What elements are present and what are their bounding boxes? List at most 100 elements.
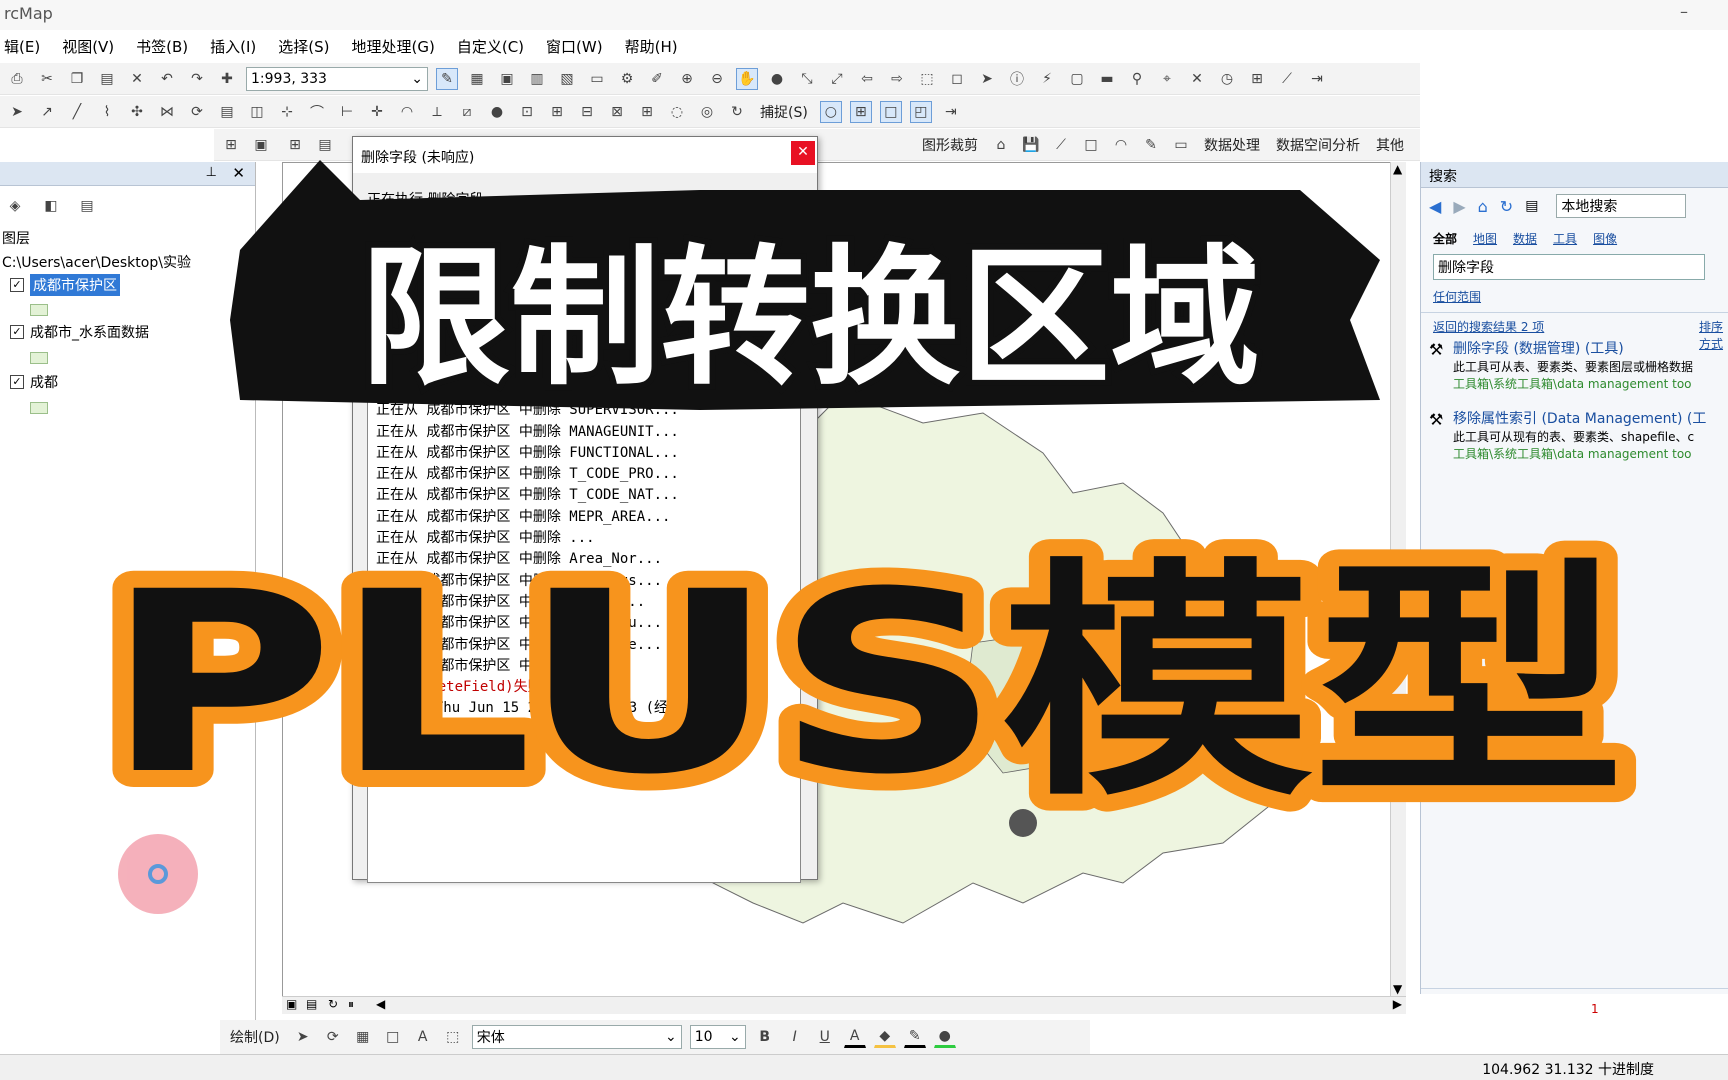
layout-table-icon[interactable]: ⊞ — [284, 134, 306, 156]
hyperlink-icon[interactable]: ⚡ — [1036, 68, 1058, 90]
map-vertical-scrollbar[interactable]: ▲ ▼ — [1390, 162, 1406, 998]
menu-select[interactable]: 选择(S) — [278, 36, 329, 57]
close-icon[interactable]: ✕ — [232, 164, 245, 182]
end-snap-icon[interactable]: ⊞ — [849, 100, 872, 123]
save-icon[interactable]: 💾 — [1020, 134, 1042, 156]
message-log[interactable]: 正在从 成都市保护区 中删除 PERMISSION... 正在从 成都市保护区 中… — [367, 373, 801, 883]
tab-all[interactable]: 全部 — [1433, 230, 1457, 247]
sphere-icon[interactable]: ● — [486, 101, 508, 123]
tab-images[interactable]: 图像 — [1593, 230, 1617, 247]
select-features-icon[interactable]: ⬚ — [916, 68, 938, 90]
scroll-left-icon[interactable]: ◀ — [376, 997, 385, 1011]
paste-icon[interactable]: ▤ — [96, 68, 118, 90]
merge-icon[interactable]: ⊠ — [606, 101, 628, 123]
layout-map-icon[interactable]: ▣ — [250, 134, 272, 156]
globe-tool-icon[interactable]: ◠ — [1110, 134, 1132, 156]
other-menu[interactable]: 其他 — [1372, 135, 1408, 155]
edit-vertices-icon[interactable]: ⬚ — [442, 1026, 464, 1048]
close-button[interactable]: 关闭 — [711, 193, 801, 217]
trace-icon[interactable]: ⌒ — [306, 101, 328, 123]
route-icon[interactable]: ⌖ — [1156, 68, 1178, 90]
reshape-icon[interactable]: ⌇ — [96, 101, 118, 123]
search-window-icon[interactable]: ▥ — [526, 68, 548, 90]
scale-dropdown[interactable]: 1:993, 333 ⌄ — [246, 66, 428, 91]
edit-annotation-icon[interactable]: ↗ — [36, 101, 58, 123]
layer-row-water[interactable]: ✓ 成都市_水系面数据 — [10, 322, 149, 342]
pan-icon[interactable]: ✋ — [736, 67, 758, 90]
print-icon[interactable]: ⎙ — [6, 68, 28, 90]
redo-icon[interactable]: ↷ — [186, 68, 208, 90]
midpoint-icon[interactable]: ⊢ — [336, 101, 358, 123]
dialog-close-icon[interactable]: ✕ — [791, 141, 815, 165]
menu-edit[interactable]: 辑(E) — [4, 36, 40, 57]
layer-name[interactable]: 成都市保护区 — [30, 274, 120, 296]
model-icon[interactable]: ⚙ — [616, 68, 638, 90]
arctoolbox-icon[interactable]: ▧ — [556, 68, 578, 90]
fixed-zoom-in-icon[interactable]: ⤡ — [796, 68, 818, 90]
minimize-button[interactable]: – — [1680, 2, 1688, 21]
pin-icon[interactable]: ⊥ — [206, 165, 217, 180]
layout-view-icon[interactable]: ▤ — [306, 997, 317, 1011]
endpoint-icon[interactable]: ⟂ — [426, 101, 448, 123]
forward-arrow-icon[interactable]: ▶ — [1453, 197, 1465, 216]
graphic-clip-menu[interactable]: 图形裁剪 — [918, 135, 982, 155]
marker-color-icon[interactable]: ● — [933, 1026, 956, 1048]
goto-xy-icon[interactable]: ✕ — [1186, 68, 1208, 90]
snap-options-icon[interactable]: ⇥ — [940, 101, 962, 123]
data-view-icon[interactable]: ▣ — [286, 997, 297, 1011]
back-arrow-icon[interactable]: ◀ — [1429, 197, 1441, 216]
search-range[interactable]: 任何范围 — [1433, 288, 1481, 305]
arc-icon[interactable]: ◠ — [396, 101, 418, 123]
layer-row-protected[interactable]: ✓ 成都市保护区 — [10, 274, 120, 296]
identify-icon[interactable]: ⓘ — [1006, 68, 1028, 90]
options-icon[interactable]: ▤ — [76, 195, 98, 217]
page-number[interactable]: 1 — [1591, 1002, 1599, 1016]
table-icon[interactable]: ▦ — [466, 68, 488, 90]
layer-name[interactable]: 成都市_水系面数据 — [30, 322, 149, 342]
cut-icon[interactable]: ✂ — [36, 68, 58, 90]
edge-snap-icon[interactable]: ◰ — [909, 100, 932, 123]
result-title[interactable]: 移除属性索引 (Data Management) (工 — [1453, 408, 1728, 428]
layout-grid-icon[interactable]: ⊞ — [220, 134, 242, 156]
delete-icon[interactable]: ✕ — [126, 68, 148, 90]
add-data-icon[interactable]: ✚ — [216, 68, 238, 90]
layer-symbol[interactable] — [30, 402, 48, 414]
layer-symbol[interactable] — [30, 304, 48, 316]
refresh-search-icon[interactable]: ↻ — [1500, 197, 1513, 216]
result-title[interactable]: 删除字段 (数据管理) (工具) — [1453, 338, 1728, 358]
zoom-in-icon[interactable]: ⊕ — [676, 68, 698, 90]
refresh-icon[interactable]: ↻ — [328, 997, 338, 1011]
back-icon[interactable]: ⇦ — [856, 68, 878, 90]
home-icon[interactable]: ⌂ — [1478, 197, 1488, 216]
layer-symbol[interactable] — [30, 352, 48, 364]
fixed-zoom-out-icon[interactable]: ⤢ — [826, 68, 848, 90]
menu-bookmarks[interactable]: 书签(B) — [136, 36, 188, 57]
editor-icon[interactable]: ✎ — [436, 67, 458, 90]
html-popup-icon[interactable]: ▢ — [1066, 68, 1088, 90]
view-options-icon[interactable]: ▤ — [1525, 198, 1538, 214]
fill-color-icon[interactable]: ◆ — [873, 1026, 896, 1048]
sketch-icon[interactable]: ◫ — [246, 101, 268, 123]
font-size-dropdown[interactable]: 10 ⌄ — [689, 1025, 746, 1049]
search-result[interactable]: ⚒ 移除属性索引 (Data Management) (工 此工具可从现有的表、… — [1429, 408, 1728, 462]
menu-customize[interactable]: 自定义(C) — [457, 36, 524, 57]
union-icon[interactable]: ⊞ — [546, 101, 568, 123]
point-snap-icon[interactable]: ○ — [819, 100, 842, 123]
split-icon[interactable]: ⋈ — [156, 101, 178, 123]
range-link[interactable]: 任何范围 — [1433, 290, 1481, 304]
straight-segment-icon[interactable]: ╱ — [66, 101, 88, 123]
clip-shape-icon[interactable]: ⌂ — [990, 134, 1012, 156]
list-by-source-icon[interactable]: ◧ — [40, 195, 62, 217]
measure-icon[interactable]: ▬ — [1096, 68, 1118, 90]
draw-menu[interactable]: 绘制(D) — [226, 1027, 284, 1047]
rotate-icon[interactable]: ⟳ — [186, 101, 208, 123]
generalize-icon[interactable]: ◌ — [666, 101, 688, 123]
clear-selection-icon[interactable]: ◻ — [946, 68, 968, 90]
search-scope-dropdown[interactable]: 本地搜索 — [1556, 194, 1687, 218]
effects-icon[interactable]: ⇥ — [1306, 68, 1328, 90]
zoom-whole-page-icon[interactable]: ▦ — [352, 1026, 374, 1048]
search-result[interactable]: ⚒ 删除字段 (数据管理) (工具) 此工具可从表、要素类、要素图层或栅格数据 … — [1429, 338, 1728, 392]
menu-view[interactable]: 视图(V) — [62, 36, 114, 57]
line-color-icon[interactable]: ✎ — [903, 1026, 926, 1048]
scroll-right-icon[interactable]: ▶ — [1393, 997, 1402, 1011]
